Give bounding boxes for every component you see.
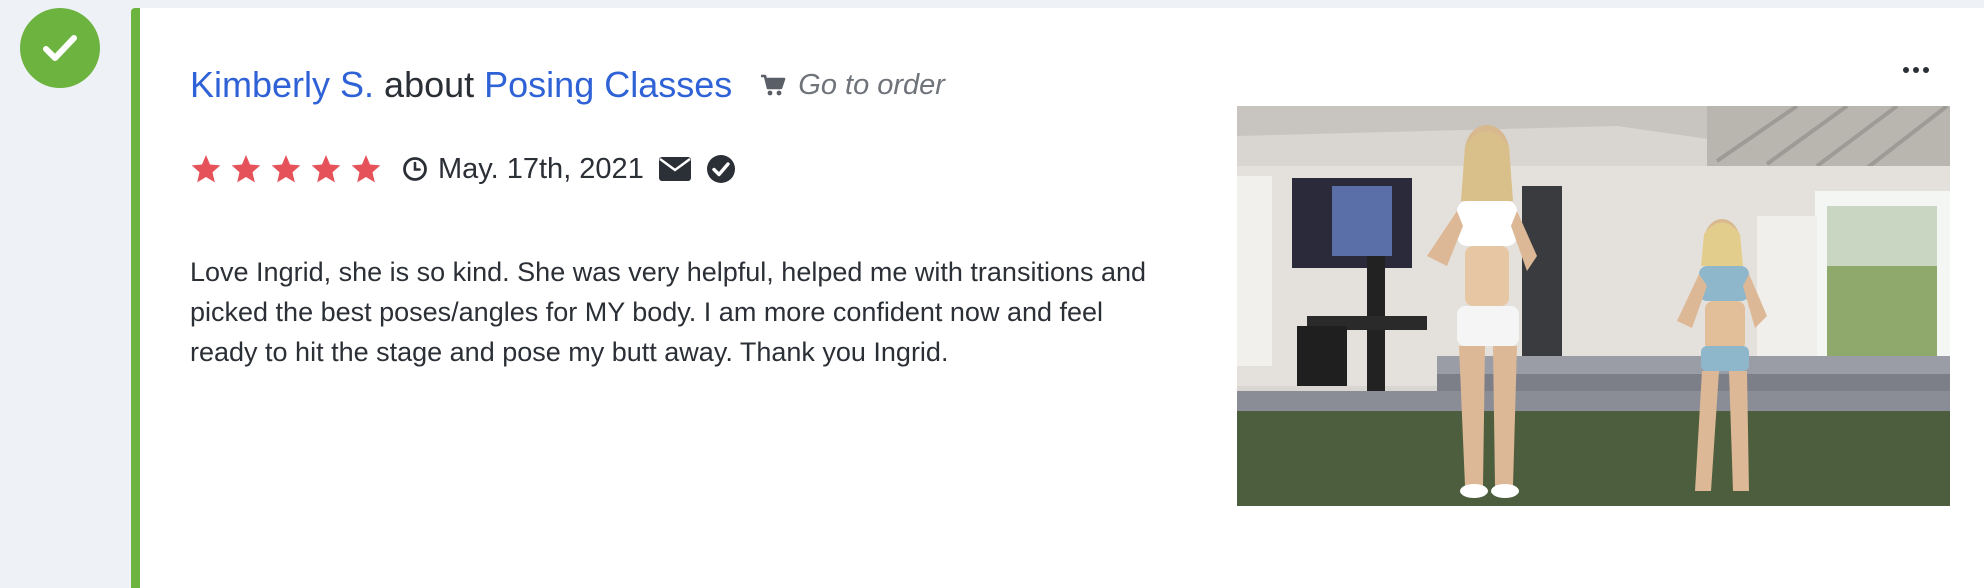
verified-check-icon	[706, 155, 735, 183]
approved-status-badge	[20, 8, 100, 88]
clock-icon	[403, 157, 427, 181]
more-options-button[interactable]	[1898, 60, 1934, 80]
star-icon	[271, 155, 301, 183]
more-options-icon	[1923, 67, 1929, 73]
product-link[interactable]: Posing Classes	[484, 64, 732, 106]
more-options-icon	[1903, 67, 1909, 73]
star-icon	[311, 155, 341, 183]
about-label: about	[384, 64, 475, 105]
email-notification[interactable]	[658, 156, 692, 182]
review-title: Kimberly S. about Posing Classes Go to o…	[190, 64, 945, 106]
more-options-icon	[1913, 67, 1919, 73]
author-link[interactable]: Kimberly S.	[190, 64, 374, 106]
review-text: Love Ingrid, she is so kind. She was ver…	[190, 257, 1147, 367]
review-date: May. 17th, 2021	[402, 153, 644, 186]
star-icon	[191, 155, 221, 183]
star-rating	[190, 153, 382, 185]
date-text: May. 17th, 2021	[438, 152, 644, 185]
star-icon	[351, 155, 381, 183]
envelope-icon	[658, 157, 691, 181]
verified-badge	[706, 154, 736, 184]
cart-icon	[761, 74, 786, 96]
gym-photo	[1237, 106, 1950, 506]
star-icon	[231, 155, 261, 183]
check-icon	[43, 35, 77, 61]
review-meta: May. 17th, 2021	[190, 150, 736, 188]
review-photo[interactable]	[1237, 106, 1950, 506]
go-to-order-label: Go to order	[798, 68, 945, 101]
go-to-order-link[interactable]: Go to order	[760, 69, 945, 102]
